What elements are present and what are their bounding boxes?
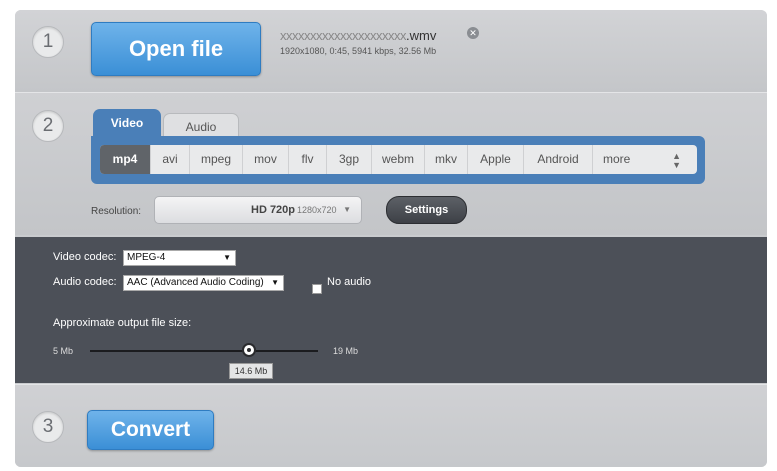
format-apple[interactable]: Apple (468, 145, 524, 174)
format-mov[interactable]: mov (243, 145, 289, 174)
audio-codec-label: Audio codec: (53, 276, 117, 288)
file-meta: 1920x1080, 0:45, 5941 kbps, 32.56 Mb (280, 46, 437, 56)
converter-panel: 1 Open file xxxxxxxxxxxxxxxxxxxxx.wmv ✕ … (15, 10, 767, 467)
format-mkv[interactable]: mkv (425, 145, 468, 174)
resolution-label: Resolution: (91, 206, 142, 217)
format-android[interactable]: Android (524, 145, 593, 174)
format-more[interactable]: more ▲ ▼ (593, 145, 697, 174)
step-1-badge: 1 (32, 26, 64, 58)
dropdown-arrow-icon: ▼ (223, 253, 231, 262)
settings-button[interactable]: Settings (386, 196, 467, 224)
file-extension: .wmv (406, 28, 437, 43)
format-section: 2 Video Audio mp4 avi mpeg mov flv 3gp w… (15, 93, 767, 235)
dropdown-arrow-icon: ▼ (271, 278, 279, 287)
audio-codec-select[interactable]: AAC (Advanced Audio Coding) ▼ (123, 275, 284, 291)
format-mpeg[interactable]: mpeg (190, 145, 243, 174)
resolution-detail: 1280x720 (297, 205, 337, 215)
format-more-label: more (603, 152, 631, 166)
format-bar: mp4 avi mpeg mov flv 3gp webm mkv Apple … (91, 136, 705, 184)
file-size-max: 19 Mb (333, 346, 359, 356)
convert-button[interactable]: Convert (87, 410, 214, 450)
file-size-slider-handle[interactable] (242, 343, 256, 357)
chevron-down-icon: ▼ (343, 205, 351, 214)
format-mp4[interactable]: mp4 (100, 145, 151, 174)
up-down-arrows-icon: ▲ ▼ (672, 151, 681, 170)
advanced-settings-panel: Video codec: MPEG-4 ▼ Audio codec: AAC (… (15, 237, 767, 383)
video-codec-label: Video codec: (53, 251, 117, 263)
format-webm[interactable]: webm (372, 145, 425, 174)
file-size-min: 5 Mb (53, 346, 74, 356)
resolution-value: HD 720p (251, 204, 296, 216)
file-name: xxxxxxxxxxxxxxxxxxxxx.wmv (280, 28, 436, 43)
audio-codec-value: AAC (Advanced Audio Coding) (127, 277, 264, 288)
convert-section: 3 Convert (15, 384, 767, 467)
video-codec-value: MPEG-4 (127, 252, 166, 263)
step-3-badge: 3 (32, 411, 64, 443)
video-codec-select[interactable]: MPEG-4 ▼ (123, 250, 236, 266)
file-name-masked: xxxxxxxxxxxxxxxxxxxxx (280, 28, 407, 43)
format-avi[interactable]: avi (151, 145, 190, 174)
format-3gp[interactable]: 3gp (327, 145, 372, 174)
no-audio-label: No audio (327, 276, 372, 288)
format-flv[interactable]: flv (289, 145, 327, 174)
resolution-select[interactable]: HD 720p 1280x720 ▼ (154, 196, 362, 224)
open-file-section: 1 Open file xxxxxxxxxxxxxxxxxxxxx.wmv ✕ … (15, 10, 767, 93)
format-list: mp4 avi mpeg mov flv 3gp webm mkv Apple … (100, 145, 697, 174)
file-size-slider-track[interactable] (90, 350, 318, 352)
remove-file-icon[interactable]: ✕ (467, 27, 479, 39)
open-file-button[interactable]: Open file (91, 22, 261, 76)
file-size-tooltip: 14.6 Mb (229, 363, 273, 379)
file-size-label: Approximate output file size: (53, 317, 192, 329)
step-2-badge: 2 (32, 110, 64, 142)
no-audio-checkbox[interactable] (312, 284, 322, 294)
